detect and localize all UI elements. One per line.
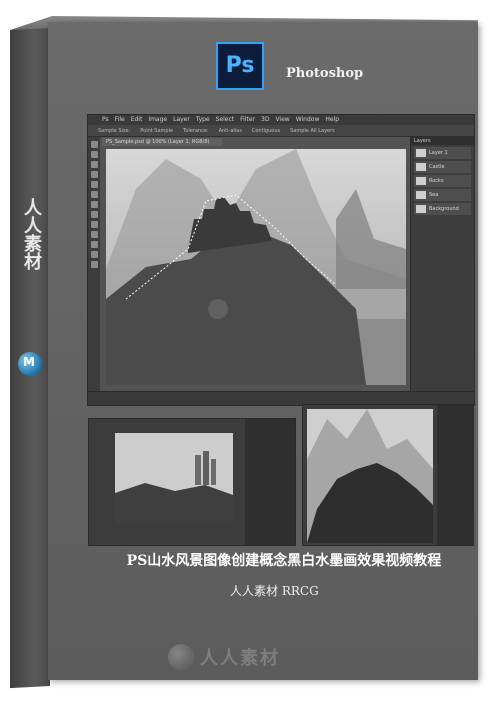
eyedropper-tool-icon[interactable] [90, 191, 98, 198]
image-canvas[interactable] [106, 149, 406, 385]
layer-row[interactable]: Sea [414, 189, 471, 201]
option-anti-alias[interactable]: Anti-alias [219, 125, 242, 136]
menu-bar: Ps File Edit Image Layer Type Select Fil… [88, 115, 474, 125]
preview-panels-right [437, 405, 473, 545]
status-bar [88, 391, 474, 405]
hand-tool-icon[interactable] [90, 251, 98, 258]
menu-item-edit[interactable]: Edit [131, 115, 143, 125]
layer-name: Castle [429, 164, 445, 170]
eraser-tool-icon[interactable] [90, 211, 98, 218]
layer-row[interactable]: Layer 1 [414, 147, 471, 159]
menu-item-layer[interactable]: Layer [173, 115, 190, 125]
right-panels: Layers Layer 1 Castle Rocks Sea Backgrou… [410, 137, 474, 391]
menu-item-help[interactable]: Help [325, 115, 339, 125]
option-sample-all[interactable]: Sample All Layers [290, 125, 335, 136]
preview-panels-left [245, 419, 295, 545]
menu-item-view[interactable]: View [275, 115, 289, 125]
move-tool-icon[interactable] [90, 141, 98, 148]
watermark-logo-icon [168, 644, 194, 670]
option-point-sample[interactable]: Point Sample [140, 125, 173, 136]
menu-item-select[interactable]: Select [216, 115, 235, 125]
preview-artwork-left [115, 433, 233, 523]
layer-thumbnail [416, 205, 426, 213]
type-tool-icon[interactable] [90, 241, 98, 248]
product-title: PS山水风景图像创建概念黑白水墨画效果视频教程 [126, 553, 442, 569]
preview-artwork-right [307, 409, 433, 543]
layer-thumbnail [416, 163, 426, 171]
menu-item-3d[interactable]: 3D [261, 115, 269, 125]
option-sample-size[interactable]: Sample Size: [98, 125, 130, 136]
layer-row[interactable]: Castle [414, 161, 471, 173]
layer-name: Sea [429, 192, 439, 198]
layer-thumbnail [416, 149, 426, 157]
marquee-tool-icon[interactable] [90, 151, 98, 158]
layer-name: Rocks [429, 178, 444, 184]
landscape-artwork [106, 149, 406, 385]
watermark: 人人素材 [168, 640, 338, 674]
layer-name: Background [429, 206, 459, 212]
menu-item-image[interactable]: Image [148, 115, 167, 125]
layer-thumbnail [416, 191, 426, 199]
photoshop-logo-icon: Ps [216, 42, 264, 90]
brand-name: 人人素材 RRCG [230, 584, 319, 598]
option-tolerance[interactable]: Tolerance: [183, 125, 209, 136]
menu-item-ps[interactable]: Ps [102, 115, 109, 125]
zoom-tool-icon[interactable] [90, 261, 98, 268]
layers-panel-title: Layers [411, 137, 474, 145]
gradient-tool-icon[interactable] [90, 221, 98, 228]
magic-wand-tool-icon[interactable] [90, 171, 98, 178]
menu-item-filter[interactable]: Filter [240, 115, 255, 125]
brush-tool-icon[interactable] [90, 201, 98, 208]
pen-tool-icon[interactable] [90, 231, 98, 238]
document-tab[interactable]: PS_Sample.psd @ 100% (Layer 1, RGB/8) [102, 138, 222, 146]
preview-canvas-left [115, 433, 233, 523]
watermark-text: 人人素材 [200, 648, 280, 669]
menu-item-file[interactable]: File [115, 115, 125, 125]
photoshop-window: Ps File Edit Image Layer Type Select Fil… [87, 114, 475, 406]
layer-thumbnail [416, 177, 426, 185]
spine-title: 人人素材 [21, 198, 42, 270]
spine-logo-icon [18, 352, 42, 376]
menu-item-window[interactable]: Window [296, 115, 320, 125]
menu-item-type[interactable]: Type [196, 115, 210, 125]
crop-tool-icon[interactable] [90, 181, 98, 188]
preview-canvas-right [307, 409, 433, 543]
options-bar: Sample Size: Point Sample Tolerance: Ant… [88, 125, 474, 137]
layer-row[interactable]: Rocks [414, 175, 471, 187]
app-name: Photoshop [286, 66, 364, 81]
layer-name: Layer 1 [429, 150, 448, 156]
lasso-tool-icon[interactable] [90, 161, 98, 168]
option-contiguous[interactable]: Contiguous [252, 125, 280, 136]
tools-panel [88, 137, 100, 391]
preview-screenshot-right [302, 404, 474, 546]
layer-row[interactable]: Background [414, 203, 471, 215]
preview-screenshot-left [88, 418, 296, 546]
